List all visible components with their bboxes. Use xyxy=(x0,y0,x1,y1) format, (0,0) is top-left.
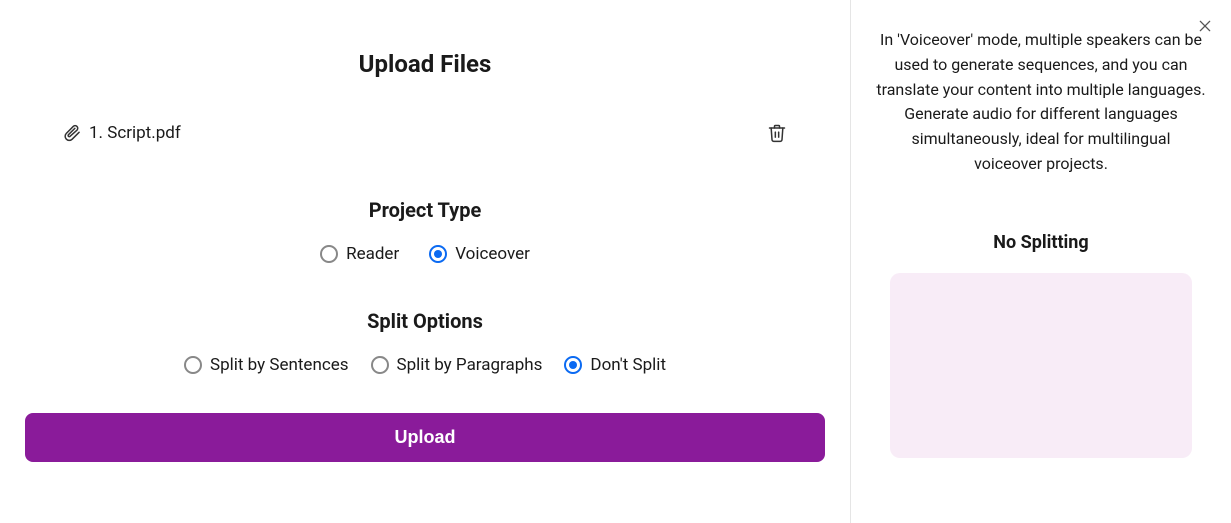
radio-label: Don't Split xyxy=(590,355,666,375)
radio-reader[interactable]: Reader xyxy=(320,244,399,264)
radio-label: Split by Sentences xyxy=(210,355,349,375)
radio-label: Reader xyxy=(346,244,399,264)
upload-button[interactable]: Upload xyxy=(25,413,825,462)
file-name: 1. Script.pdf xyxy=(89,123,181,143)
split-options-heading: Split Options xyxy=(25,309,825,333)
radio-indicator xyxy=(429,245,447,263)
radio-indicator xyxy=(564,356,582,374)
radio-label: Voiceover xyxy=(455,244,530,264)
project-type-options: Reader Voiceover xyxy=(25,244,825,264)
main-panel: Upload Files 1. Script.pdf Project Type … xyxy=(0,0,850,523)
file-entry: 1. Script.pdf xyxy=(63,123,181,143)
side-panel: In 'Voiceover' mode, multiple speakers c… xyxy=(851,0,1231,523)
attachment-icon xyxy=(63,124,81,142)
preview-heading: No Splitting xyxy=(993,232,1088,253)
page-title: Upload Files xyxy=(25,50,825,78)
info-text: In 'Voiceover' mode, multiple speakers c… xyxy=(871,28,1211,177)
radio-indicator xyxy=(320,245,338,263)
radio-indicator xyxy=(184,356,202,374)
split-options: Split by Sentences Split by Paragraphs D… xyxy=(25,355,825,375)
radio-split-sentences[interactable]: Split by Sentences xyxy=(184,355,349,375)
close-button[interactable] xyxy=(1197,18,1217,38)
radio-label: Split by Paragraphs xyxy=(397,355,543,375)
radio-dont-split[interactable]: Don't Split xyxy=(564,355,666,375)
file-row: 1. Script.pdf xyxy=(25,123,825,143)
project-type-heading: Project Type xyxy=(25,198,825,222)
preview-box xyxy=(890,273,1192,458)
radio-voiceover[interactable]: Voiceover xyxy=(429,244,530,264)
delete-file-button[interactable] xyxy=(767,123,787,143)
radio-split-paragraphs[interactable]: Split by Paragraphs xyxy=(371,355,543,375)
radio-indicator xyxy=(371,356,389,374)
